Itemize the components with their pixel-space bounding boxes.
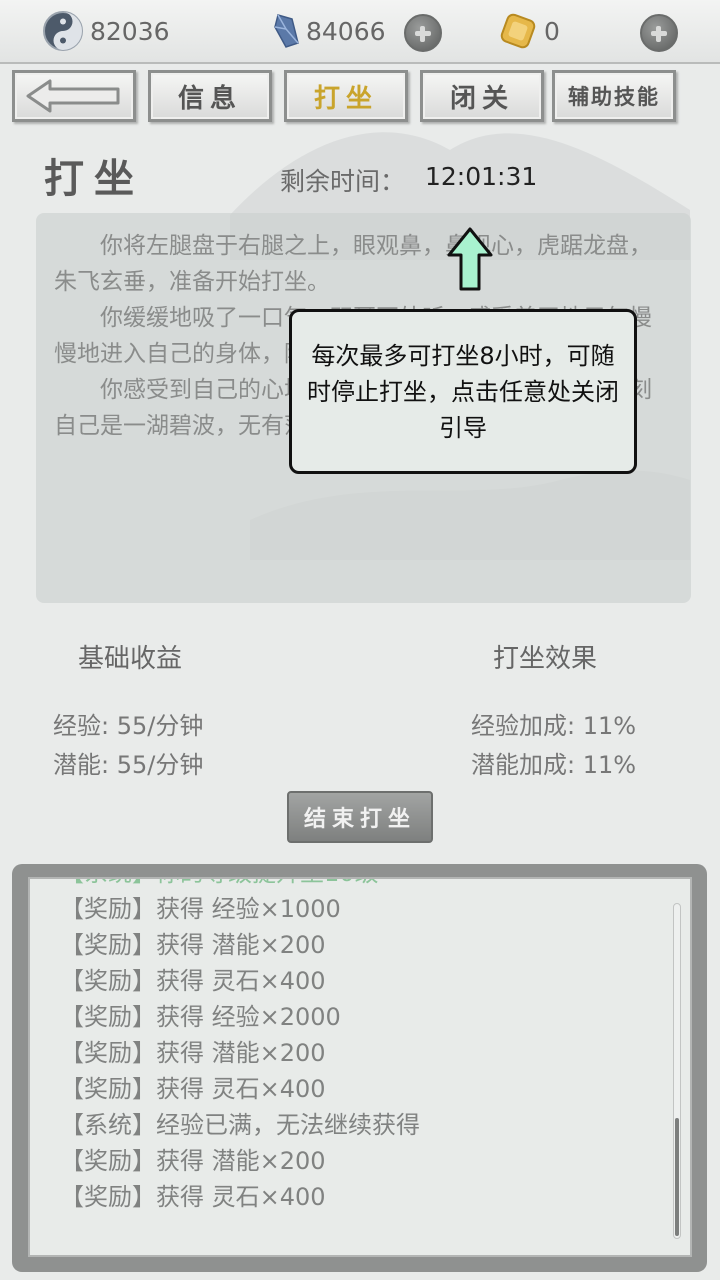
remaining-time-value: 12:01:31 [425, 162, 538, 191]
log-line: 【奖励】获得 潜能×200 [60, 931, 326, 959]
log-line: 【奖励】获得 潜能×200 [60, 1039, 326, 1067]
end-meditation-label: 结束打坐 [303, 806, 416, 832]
log-line: 【奖励】获得 经验×2000 [60, 1003, 341, 1031]
log-scrollbar-thumb[interactable] [675, 1118, 679, 1236]
guide-arrow-up-icon [447, 227, 493, 291]
guide-tooltip-text: 每次最多可打坐8小时，可随时停止打坐，点击任意处关闭引导 [307, 341, 619, 442]
base-income-header: 基础收益 [78, 644, 183, 674]
log-line: 【奖励】获得 潜能×200 [60, 1147, 326, 1175]
log-line: 【奖励】获得 灵石×400 [60, 1075, 326, 1103]
log-line: 【系统】经验已满，无法继续获得 [60, 1111, 420, 1139]
back-button[interactable] [12, 70, 136, 122]
message-log[interactable]: 【系统】你的等级提升至10级 【奖励】获得 经验×1000 【奖励】获得 潜能×… [28, 877, 692, 1257]
tab-seclusion[interactable]: 闭关 [420, 70, 544, 122]
gold-ingot-icon [500, 13, 536, 49]
end-meditation-button[interactable]: 结束打坐 [287, 791, 433, 843]
log-line: 【系统】你的等级提升至10级 [60, 879, 420, 891]
gold-value: 0 [544, 16, 560, 46]
tab-auxiliary-skills-label: 辅助技能 [568, 84, 660, 109]
crystal-resource: 84066 [272, 10, 386, 52]
gold-resource: 0 [498, 10, 560, 52]
log-list: 【系统】你的等级提升至10级 【奖励】获得 经验×1000 【奖励】获得 潜能×… [60, 879, 420, 1215]
add-gold-button[interactable] [640, 14, 678, 52]
log-line: 【奖励】获得 灵石×400 [60, 1183, 326, 1211]
potential-bonus: 潜能加成: 11% [471, 751, 637, 779]
tab-seclusion-label: 闭关 [449, 83, 514, 114]
remaining-time-label: 剩余时间： [280, 167, 406, 196]
resource-bar: 82036 84066 0 [0, 0, 720, 64]
arrow-left-icon [26, 79, 120, 113]
story-paragraph: 你将左腿盘于右腿之上，眼观鼻，鼻观心，虎踞龙盘，朱飞玄垂，准备开始打坐。 [54, 233, 652, 295]
exp-bonus: 经验加成: 11% [471, 712, 637, 740]
tab-info[interactable]: 信息 [148, 70, 272, 122]
guide-tooltip[interactable]: 每次最多可打坐8小时，可随时停止打坐，点击任意处关闭引导 [289, 309, 637, 474]
tab-meditate[interactable]: 打坐 [284, 70, 408, 122]
crystal-value: 84066 [306, 16, 386, 46]
page-title: 打坐 [44, 155, 144, 202]
potential-per-minute: 潜能: 55/分钟 [53, 751, 204, 779]
tab-meditate-label: 打坐 [313, 83, 378, 114]
crystal-icon [274, 14, 299, 48]
spirit-value: 82036 [90, 16, 170, 46]
exp-per-minute: 经验: 55/分钟 [53, 712, 204, 740]
yin-yang-icon [43, 11, 83, 51]
tab-info-label: 信息 [177, 83, 242, 114]
log-line: 【奖励】获得 经验×1000 [60, 895, 341, 923]
tab-auxiliary-skills[interactable]: 辅助技能 [552, 70, 676, 122]
meditation-effect-header: 打坐效果 [493, 644, 598, 674]
log-line: 【奖励】获得 灵石×400 [60, 967, 326, 995]
spirit-resource: 82036 [42, 10, 170, 52]
add-crystal-button[interactable] [404, 14, 442, 52]
